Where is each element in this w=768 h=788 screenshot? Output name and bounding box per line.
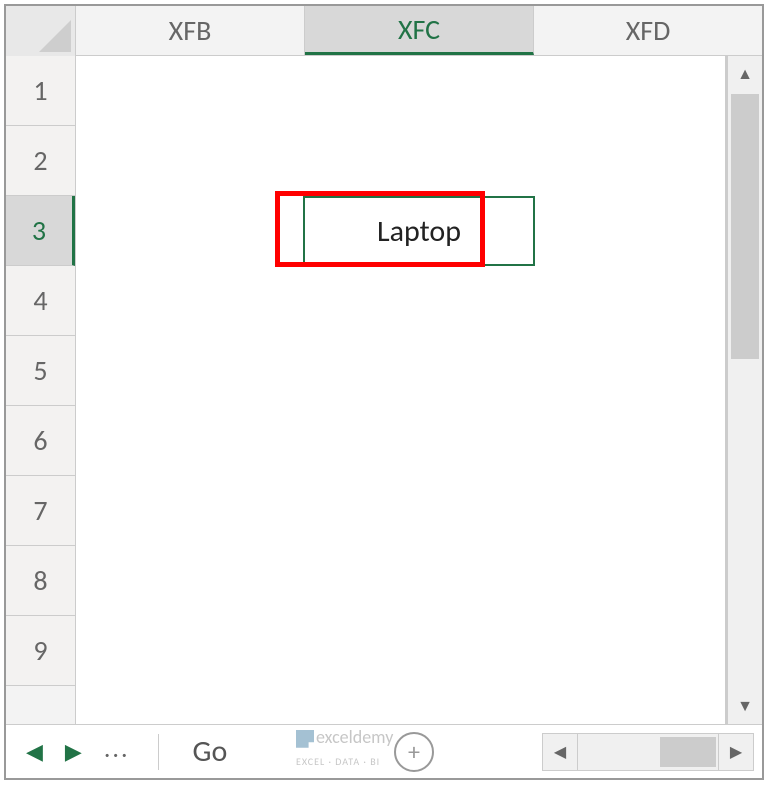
- sheet-navigation: ◀ ▶ ... Go: [6, 732, 253, 772]
- row-header-2[interactable]: 2: [6, 126, 75, 196]
- sheet-nav-prev-icon[interactable]: ◀: [26, 738, 43, 765]
- cell-xfc2[interactable]: [305, 126, 534, 196]
- sheet-tab[interactable]: Go: [187, 733, 234, 770]
- scroll-right-button[interactable]: ▶: [718, 733, 754, 771]
- cell-grid[interactable]: Laptop: [76, 56, 762, 724]
- column-header-xfb[interactable]: XFB: [76, 6, 305, 55]
- watermark: exceldemy EXCEL · DATA · BI: [296, 726, 393, 770]
- spreadsheet-window: XFB XFC XFD 1 2 3 4 5 6 7 8 9 Laptop: [4, 4, 764, 780]
- column-header-xfd[interactable]: XFD: [534, 6, 762, 55]
- vertical-scrollbar[interactable]: ▲ ▼: [726, 56, 762, 724]
- cell-xfb7[interactable]: [76, 476, 305, 546]
- cell-xfb4[interactable]: [76, 266, 305, 336]
- cell-xfb2[interactable]: [76, 126, 305, 196]
- nav-divider: [158, 734, 159, 770]
- row-header-8[interactable]: 8: [6, 546, 75, 616]
- grid-body: 1 2 3 4 5 6 7 8 9 Laptop: [6, 56, 762, 724]
- scroll-up-button[interactable]: ▲: [728, 56, 762, 92]
- cell-xfb1[interactable]: [76, 56, 305, 126]
- sheet-nav-next-icon[interactable]: ▶: [65, 738, 82, 765]
- zoom-in-button[interactable]: +: [394, 732, 434, 772]
- cell-xfc7[interactable]: [305, 476, 534, 546]
- cell-xfc4[interactable]: [305, 266, 534, 336]
- row-header-7[interactable]: 7: [6, 476, 75, 546]
- cell-xfc1[interactable]: [305, 56, 534, 126]
- row-header-4[interactable]: 4: [6, 266, 75, 336]
- row-header-6[interactable]: 6: [6, 406, 75, 476]
- cell-xfc3[interactable]: Laptop: [303, 196, 534, 266]
- cell-xfc9[interactable]: [305, 616, 534, 686]
- column-headers-row: XFB XFC XFD: [6, 6, 762, 56]
- row-headers-column: 1 2 3 4 5 6 7 8 9: [6, 56, 76, 724]
- cell-xfc8[interactable]: [305, 546, 534, 616]
- watermark-tagline: EXCEL · DATA · BI: [296, 755, 380, 768]
- cell-xfb5[interactable]: [76, 336, 305, 406]
- scroll-left-button[interactable]: ◀: [542, 733, 578, 771]
- row-header-5[interactable]: 5: [6, 336, 75, 406]
- cell-xfc6[interactable]: [305, 406, 534, 476]
- select-all-triangle-icon: [39, 20, 71, 52]
- cell-xfb3[interactable]: [76, 196, 303, 266]
- row-header-3[interactable]: 3: [6, 196, 75, 266]
- sheet-nav-more-icon[interactable]: ...: [104, 732, 130, 772]
- row-header-9[interactable]: 9: [6, 616, 75, 686]
- horizontal-scroll-track[interactable]: [578, 733, 718, 771]
- cell-xfb8[interactable]: [76, 546, 305, 616]
- cell-xfb9[interactable]: [76, 616, 305, 686]
- row-header-1[interactable]: 1: [6, 56, 75, 126]
- watermark-logo-icon: [296, 730, 314, 748]
- cell-xfb6[interactable]: [76, 406, 305, 476]
- select-all-corner[interactable]: [6, 6, 76, 56]
- watermark-brand: exceldemy: [316, 726, 393, 748]
- cell-xfc5[interactable]: [305, 336, 534, 406]
- vertical-scroll-thumb[interactable]: [731, 94, 759, 359]
- bottom-bar: ◀ ▶ ... Go exceldemy EXCEL · DATA · BI +…: [6, 724, 762, 778]
- horizontal-scroll-thumb[interactable]: [660, 737, 716, 767]
- column-header-xfc[interactable]: XFC: [305, 6, 534, 55]
- vertical-scroll-track[interactable]: [728, 92, 762, 688]
- scroll-down-button[interactable]: ▼: [728, 688, 762, 724]
- horizontal-scrollbar[interactable]: ◀ ▶: [542, 725, 754, 778]
